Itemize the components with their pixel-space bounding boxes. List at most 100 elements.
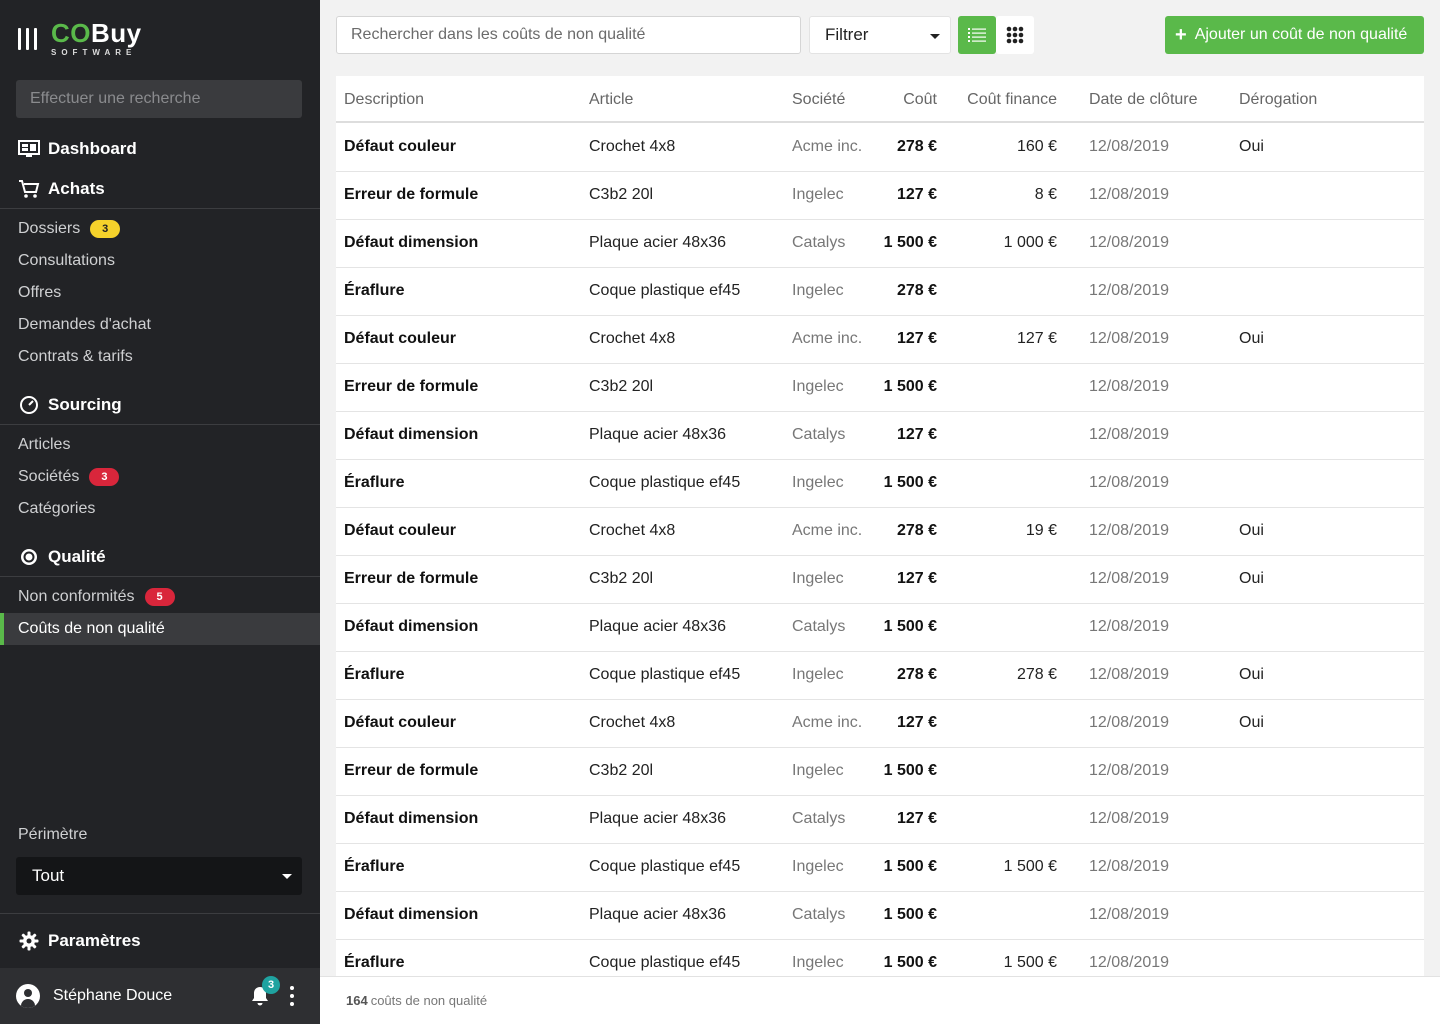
add-cost-label: Ajouter un coût de non qualité	[1194, 26, 1408, 43]
cell-article: Crochet 4x8	[589, 330, 676, 347]
sidebar-item-label: Non conformités	[18, 588, 135, 605]
table-row[interactable]: Défaut couleur Crochet 4x8 Acme inc. 127 € 1…	[336, 316, 1424, 364]
sidebar-item-label: Offres	[18, 284, 62, 301]
sidebar-item-consultations[interactable]: Consultations	[0, 245, 320, 277]
cell-societe: Ingelec	[792, 858, 844, 875]
cell-cout: 278 €	[896, 522, 937, 539]
column-header-article[interactable]: Article	[589, 91, 633, 109]
cell-cout: 1 500 €	[883, 474, 937, 491]
cell-date-cloture: 12/08/2019	[1089, 714, 1170, 731]
sidebar-item-label: Sociétés	[18, 468, 80, 485]
table-row[interactable]: Défaut couleur Crochet 4x8 Acme inc. 278 € 1…	[336, 508, 1424, 556]
costs-table: Description Article Société Coût Coût fi…	[336, 76, 1424, 976]
sidebar-item-dashboard[interactable]: Dashboard	[0, 129, 320, 169]
sidebar-item-societes[interactable]: Sociétés 3	[0, 461, 320, 493]
divider	[0, 913, 320, 914]
cell-description: Éraflure	[344, 858, 405, 875]
column-header-cout-finance[interactable]: Coût finance	[967, 91, 1057, 109]
more-options-icon[interactable]	[290, 986, 294, 1006]
cell-cout: 1 500 €	[883, 954, 937, 971]
sidebar: COBuy SOFTWARE Dashboard Achats Dossiers…	[0, 0, 320, 1024]
column-header-societe[interactable]: Société	[792, 91, 845, 109]
column-header-description[interactable]: Description	[344, 91, 424, 109]
count-badge: 3	[89, 468, 120, 486]
cell-derogation: Oui	[1239, 330, 1264, 347]
table-row[interactable]: Défaut dimension Plaque acier 48x36 Cataly…	[336, 220, 1424, 268]
sidebar-item-parametres[interactable]: Paramètres	[0, 921, 320, 961]
cell-derogation: Oui	[1239, 714, 1264, 731]
cell-societe: Acme inc.	[792, 522, 863, 539]
sidebar-item-dossiers[interactable]: Dossiers 3	[0, 213, 320, 245]
table-row[interactable]: Défaut couleur Crochet 4x8 Acme inc. 127 € 1…	[336, 700, 1424, 748]
cell-cout: 278 €	[896, 138, 937, 155]
menu-icon[interactable]	[18, 28, 37, 50]
table-row[interactable]: Éraflure Coque plastique ef45 Ingelec 1 500…	[336, 940, 1424, 976]
table-row[interactable]: Défaut dimension Plaque acier 48x36 Cataly…	[336, 604, 1424, 652]
table-row[interactable]: Défaut dimension Plaque acier 48x36 Cataly…	[336, 412, 1424, 460]
table-row[interactable]: Éraflure Coque plastique ef45 Ingelec 278 €…	[336, 268, 1424, 316]
cell-societe: Ingelec	[792, 666, 844, 683]
sidebar-item-offres[interactable]: Offres	[0, 277, 320, 309]
cell-societe: Ingelec	[792, 282, 844, 299]
table-row[interactable]: Défaut dimension Plaque acier 48x36 Cataly…	[336, 892, 1424, 940]
sidebar-section-qualite[interactable]: Qualité	[0, 537, 320, 577]
table-row[interactable]: Erreur de formule C3b2 20l Ingelec 1 500 € 1…	[336, 364, 1424, 412]
result-count: 164	[346, 993, 368, 1008]
column-header-date-cloture[interactable]: Date de clôture	[1089, 91, 1198, 109]
sidebar-item-contrats-tarifs[interactable]: Contrats & tarifs	[0, 341, 320, 373]
filter-label: Filtrer	[825, 25, 869, 44]
table-row[interactable]: Éraflure Coque plastique ef45 Ingelec 1 500…	[336, 844, 1424, 892]
sidebar-item-label: Catégories	[18, 500, 96, 517]
sidebar-item-categories[interactable]: Catégories	[0, 493, 320, 525]
sidebar-item-articles[interactable]: Articles	[0, 429, 320, 461]
table-row[interactable]: Défaut dimension Plaque acier 48x36 Cataly…	[336, 796, 1424, 844]
sidebar-search-input[interactable]	[16, 80, 302, 118]
sidebar-item-couts-non-qualite[interactable]: Coûts de non qualité	[0, 613, 320, 645]
cell-description: Erreur de formule	[344, 378, 479, 395]
table-row[interactable]: Défaut couleur Crochet 4x8 Acme inc. 278 € 1…	[336, 124, 1424, 172]
sidebar-item-demandes-achat[interactable]: Demandes d'achat	[0, 309, 320, 341]
table-row[interactable]: Éraflure Coque plastique ef45 Ingelec 278 €…	[336, 652, 1424, 700]
grid-view-button[interactable]	[996, 16, 1034, 54]
sidebar-item-label: Dossiers	[18, 220, 81, 237]
column-header-cout[interactable]: Coût	[903, 91, 937, 109]
cell-description: Éraflure	[344, 474, 405, 491]
cell-cout: 127 €	[896, 330, 937, 347]
cell-description: Défaut dimension	[344, 810, 479, 827]
user-name[interactable]: Stéphane Douce	[53, 987, 172, 1005]
cell-cout: 127 €	[896, 426, 937, 443]
plus-icon: +	[1175, 24, 1187, 46]
cell-cout: 127 €	[896, 570, 937, 587]
sidebar-section-label: Achats	[48, 178, 105, 198]
result-count-label: coûts de non qualité	[370, 993, 488, 1008]
cell-cout: 127 €	[896, 810, 937, 827]
cell-cout: 1 500 €	[883, 378, 937, 395]
cell-article: Coque plastique ef45	[589, 858, 741, 875]
compass-icon	[18, 394, 40, 416]
list-view-button[interactable]	[958, 16, 996, 54]
table-row[interactable]: Éraflure Coque plastique ef45 Ingelec 1 500…	[336, 460, 1424, 508]
cell-date-cloture: 12/08/2019	[1089, 378, 1170, 395]
cell-societe: Ingelec	[792, 762, 844, 779]
add-cost-button[interactable]: + Ajouter un coût de non qualité	[1165, 16, 1424, 54]
sidebar-section-sourcing[interactable]: Sourcing	[0, 385, 320, 425]
table-row[interactable]: Erreur de formule C3b2 20l Ingelec 1 500 € 1…	[336, 748, 1424, 796]
table-row[interactable]: Erreur de formule C3b2 20l Ingelec 127 € 12/…	[336, 556, 1424, 604]
cell-date-cloture: 12/08/2019	[1089, 810, 1170, 827]
avatar[interactable]	[16, 984, 40, 1008]
sidebar-section-achats[interactable]: Achats	[0, 169, 320, 209]
cell-cout-finance: 1 000 €	[1003, 234, 1057, 251]
column-header-derogation[interactable]: Dérogation	[1239, 91, 1317, 109]
perimetre-select[interactable]: Tout	[16, 857, 302, 895]
cell-description: Éraflure	[344, 666, 405, 683]
cell-article: Plaque acier 48x36	[589, 234, 726, 251]
search-input[interactable]	[336, 16, 801, 54]
cell-article: Plaque acier 48x36	[589, 810, 726, 827]
cell-article: Coque plastique ef45	[589, 666, 741, 683]
table-row[interactable]: Erreur de formule C3b2 20l Ingelec 127 € 8 €…	[336, 172, 1424, 220]
cell-societe: Acme inc.	[792, 714, 863, 731]
cell-derogation: Oui	[1239, 522, 1264, 539]
sidebar-item-non-conformites[interactable]: Non conformités 5	[0, 581, 320, 613]
filter-select[interactable]: Filtrer	[809, 16, 951, 54]
cell-date-cloture: 12/08/2019	[1089, 906, 1170, 923]
